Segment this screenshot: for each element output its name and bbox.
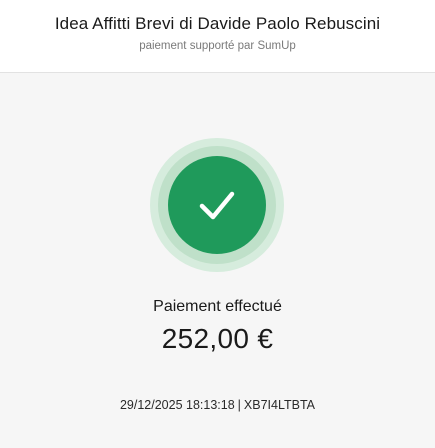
powered-by-text: paiement supporté par SumUp [139,40,296,52]
transaction-timestamp: 29/12/2025 18:13:18 [119,398,235,412]
transaction-code: XB7I4LTBTA [243,398,316,412]
merchant-header: Idea Affitti Brevi di Davide Paolo Rebus… [0,0,435,73]
checkmark-icon [199,191,235,220]
payment-amount: 252,00 € [161,323,274,354]
merchant-name: Idea Affitti Brevi di Davide Paolo Rebus… [54,14,381,33]
transaction-details: 29/12/2025 18:13:18 | XB7I4LTBTA [0,398,435,412]
payment-confirmation-page: Idea Affitti Brevi di Davide Paolo Rebus… [0,0,435,448]
payment-status-title: Paiement effectué [153,298,282,315]
success-icon-halo [150,138,284,272]
transaction-separator: | [237,398,241,412]
success-badge [168,156,266,254]
